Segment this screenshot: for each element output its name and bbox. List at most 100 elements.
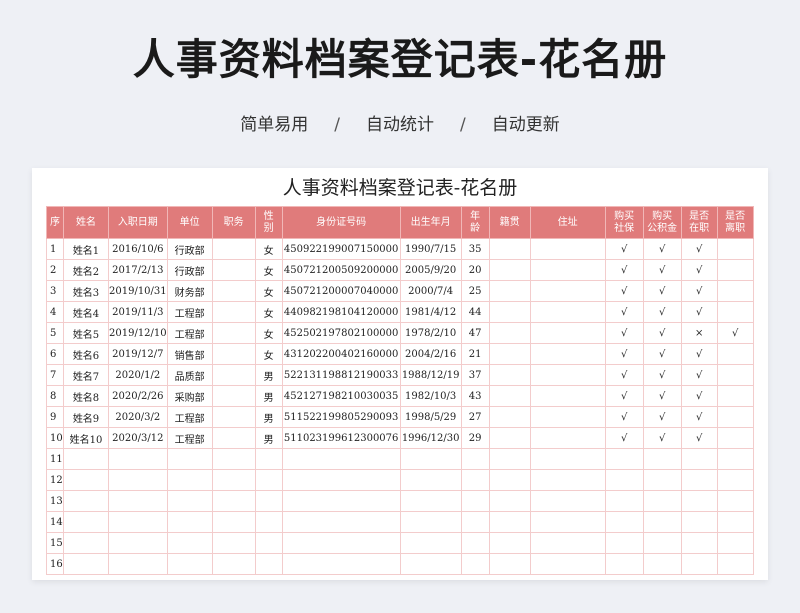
table-cell[interactable]: 姓名1 <box>63 238 109 260</box>
table-cell[interactable] <box>604 553 644 575</box>
table-cell[interactable] <box>488 301 531 323</box>
table-cell[interactable] <box>716 448 754 470</box>
table-cell[interactable]: 2 <box>46 259 64 281</box>
table-cell[interactable]: √ <box>680 343 718 365</box>
table-cell[interactable]: 2019/12/7 <box>108 343 168 365</box>
table-cell[interactable]: 男 <box>254 406 283 428</box>
table-cell[interactable]: 5 <box>46 322 64 344</box>
table-cell[interactable] <box>281 490 401 512</box>
table-cell[interactable]: 3 <box>46 280 64 302</box>
table-cell[interactable] <box>529 511 606 533</box>
table-cell[interactable]: 采购部 <box>166 385 213 407</box>
table-cell[interactable]: √ <box>642 343 682 365</box>
table-cell[interactable] <box>716 553 754 575</box>
table-cell[interactable] <box>488 280 531 302</box>
table-cell[interactable] <box>680 490 718 512</box>
table-cell[interactable] <box>63 469 109 491</box>
table-cell[interactable]: √ <box>642 301 682 323</box>
table-cell[interactable]: 4 <box>46 301 64 323</box>
table-cell[interactable]: 品质部 <box>166 364 213 386</box>
table-cell[interactable] <box>488 448 531 470</box>
table-cell[interactable]: 15 <box>46 532 64 554</box>
table-cell[interactable]: √ <box>642 427 682 449</box>
table-cell[interactable]: √ <box>680 406 718 428</box>
table-cell[interactable]: 450721200007040000 <box>281 280 401 302</box>
table-cell[interactable]: √ <box>680 364 718 386</box>
table-cell[interactable] <box>166 490 213 512</box>
table-cell[interactable] <box>716 427 754 449</box>
table-cell[interactable]: 452502197802100000 <box>281 322 401 344</box>
table-cell[interactable]: √ <box>642 364 682 386</box>
table-cell[interactable] <box>281 511 401 533</box>
table-cell[interactable]: 销售部 <box>166 343 213 365</box>
table-cell[interactable]: 姓名5 <box>63 322 109 344</box>
table-cell[interactable] <box>108 469 168 491</box>
table-cell[interactable]: 2017/2/13 <box>108 259 168 281</box>
table-cell[interactable]: 1998/5/29 <box>399 406 462 428</box>
table-cell[interactable] <box>460 490 490 512</box>
table-cell[interactable] <box>211 259 256 281</box>
table-cell[interactable]: √ <box>642 406 682 428</box>
table-cell[interactable] <box>108 511 168 533</box>
table-cell[interactable]: 522131198812190033 <box>281 364 401 386</box>
table-cell[interactable] <box>460 469 490 491</box>
table-cell[interactable] <box>529 280 606 302</box>
table-cell[interactable]: 1996/12/30 <box>399 427 462 449</box>
table-cell[interactable]: 工程部 <box>166 301 213 323</box>
table-cell[interactable] <box>680 511 718 533</box>
table-cell[interactable] <box>460 511 490 533</box>
table-cell[interactable]: 姓名2 <box>63 259 109 281</box>
table-cell[interactable]: √ <box>680 280 718 302</box>
table-cell[interactable] <box>399 532 462 554</box>
table-cell[interactable]: 1982/10/3 <box>399 385 462 407</box>
table-cell[interactable]: √ <box>604 364 644 386</box>
table-cell[interactable] <box>460 448 490 470</box>
table-cell[interactable] <box>281 469 401 491</box>
table-cell[interactable]: 35 <box>460 238 490 260</box>
table-cell[interactable]: 43 <box>460 385 490 407</box>
table-cell[interactable] <box>211 469 256 491</box>
table-cell[interactable]: √ <box>604 259 644 281</box>
table-cell[interactable] <box>108 448 168 470</box>
table-cell[interactable]: 男 <box>254 427 283 449</box>
table-cell[interactable] <box>680 532 718 554</box>
table-cell[interactable] <box>281 553 401 575</box>
table-cell[interactable] <box>716 364 754 386</box>
table-cell[interactable] <box>460 532 490 554</box>
table-cell[interactable]: 21 <box>460 343 490 365</box>
table-cell[interactable] <box>529 532 606 554</box>
table-cell[interactable] <box>166 553 213 575</box>
table-cell[interactable]: 16 <box>46 553 64 575</box>
table-cell[interactable] <box>604 511 644 533</box>
table-cell[interactable] <box>604 490 644 512</box>
table-cell[interactable]: √ <box>604 343 644 365</box>
table-cell[interactable]: 2020/2/26 <box>108 385 168 407</box>
table-cell[interactable]: 20 <box>460 259 490 281</box>
table-cell[interactable]: 27 <box>460 406 490 428</box>
table-cell[interactable] <box>211 364 256 386</box>
table-cell[interactable] <box>529 259 606 281</box>
table-cell[interactable]: 431202200402160000 <box>281 343 401 365</box>
table-cell[interactable] <box>211 280 256 302</box>
table-cell[interactable] <box>680 469 718 491</box>
table-cell[interactable] <box>63 511 109 533</box>
table-cell[interactable]: 姓名8 <box>63 385 109 407</box>
table-cell[interactable]: √ <box>604 406 644 428</box>
table-cell[interactable] <box>716 301 754 323</box>
table-cell[interactable]: 女 <box>254 322 283 344</box>
table-cell[interactable] <box>642 469 682 491</box>
table-cell[interactable] <box>488 511 531 533</box>
table-cell[interactable] <box>399 469 462 491</box>
table-cell[interactable] <box>211 511 256 533</box>
table-cell[interactable]: √ <box>604 385 644 407</box>
table-cell[interactable] <box>529 490 606 512</box>
table-cell[interactable]: 女 <box>254 238 283 260</box>
table-cell[interactable]: √ <box>604 238 644 260</box>
table-cell[interactable] <box>460 553 490 575</box>
table-cell[interactable] <box>488 469 531 491</box>
table-cell[interactable] <box>529 469 606 491</box>
table-cell[interactable] <box>716 406 754 428</box>
table-cell[interactable]: 13 <box>46 490 64 512</box>
table-cell[interactable] <box>63 532 109 554</box>
table-cell[interactable]: 1978/2/10 <box>399 322 462 344</box>
